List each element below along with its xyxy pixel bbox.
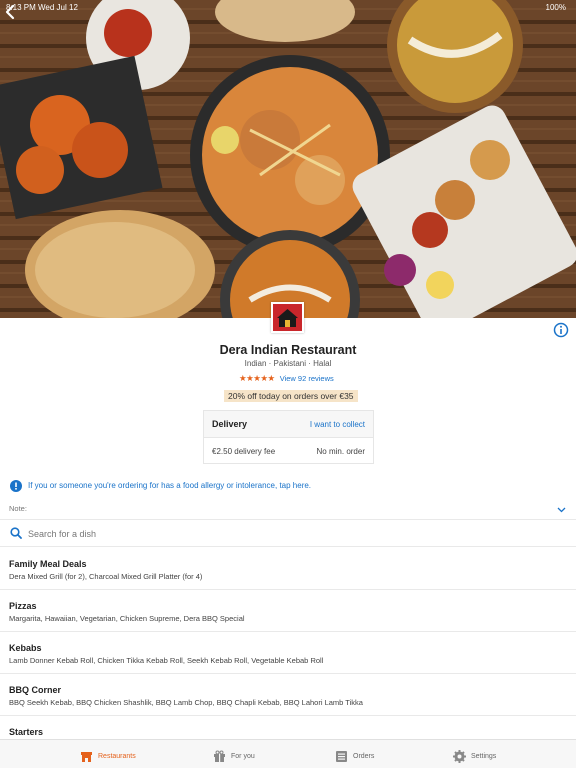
category-title: Starters <box>9 727 44 737</box>
food-photo <box>0 0 576 318</box>
tab-label: For you <box>231 752 255 760</box>
delivery-fee-row: €2.50 delivery fee No min. order <box>204 439 373 465</box>
category-title: BBQ Corner <box>9 685 62 695</box>
search-input[interactable] <box>28 525 528 543</box>
delivery-mode-label: Delivery <box>212 419 248 429</box>
tab-restaurants[interactable]: Restaurants <box>80 748 136 764</box>
alert-icon <box>10 480 22 492</box>
delivery-mode-row: Delivery I want to collect <box>204 411 373 438</box>
category-pizzas[interactable]: Pizzas Margarita, Hawaiian, Vegetarian, … <box>0 590 576 632</box>
chevron-down-icon[interactable] <box>557 505 566 514</box>
status-bar: 8:13 PM Wed Jul 12 100% <box>0 2 576 14</box>
delivery-options-card: Delivery I want to collect €2.50 deliver… <box>203 410 374 464</box>
tab-label: Orders <box>353 752 375 760</box>
star-rating-icon: ★★★★★ <box>239 373 275 383</box>
info-icon[interactable] <box>553 322 569 338</box>
tab-settings[interactable]: Settings <box>453 748 496 764</box>
delivery-fee: €2.50 delivery fee <box>212 447 276 456</box>
tab-for-you[interactable]: For you <box>213 748 255 764</box>
category-title: Kebabs <box>9 643 42 653</box>
search-icon <box>10 527 22 539</box>
category-items: BBQ Seekh Kebab, BBQ Chicken Shashlik, B… <box>9 698 363 707</box>
category-items: Lamb Donner Kebab Roll, Chicken Tikka Ke… <box>9 656 324 665</box>
gift-icon <box>214 750 225 762</box>
tab-label: Restaurants <box>98 752 136 760</box>
bottom-tab-bar: Restaurants For you Orders Settings <box>0 739 576 768</box>
allergy-text: If you or someone you're ordering for ha… <box>28 481 312 490</box>
restaurant-logo <box>271 302 304 333</box>
gear-icon <box>453 749 466 763</box>
restaurant-cuisines: Indian · Pakistani · Halal <box>244 359 332 368</box>
tab-orders[interactable]: Orders <box>335 748 374 764</box>
category-items: Dera Mixed Grill (for 2), Charcoal Mixed… <box>9 572 203 581</box>
back-chevron-icon[interactable] <box>0 0 22 24</box>
allergy-notice[interactable]: If you or someone you're ordering for ha… <box>10 480 570 494</box>
category-family-meal-deals[interactable]: Family Meal Deals Dera Mixed Grill (for … <box>0 548 576 590</box>
promo-badge: 20% off today on orders over €35 <box>224 390 358 402</box>
dish-search-bar <box>0 521 576 547</box>
view-reviews-link[interactable]: View 92 reviews <box>280 374 334 383</box>
category-title: Family Meal Deals <box>9 559 87 569</box>
rating-row: ★★★★★ View 92 reviews <box>239 373 334 384</box>
category-items: Margarita, Hawaiian, Vegetarian, Chicken… <box>9 614 245 623</box>
note-label: Note: <box>9 504 27 513</box>
status-battery: 100% <box>545 3 566 12</box>
min-order: No min. order <box>316 447 365 456</box>
restaurant-name: Dera Indian Restaurant <box>219 343 357 357</box>
note-row[interactable]: Note: <box>0 500 576 520</box>
restaurant-icon <box>81 751 92 762</box>
hero-food-image: 8:13 PM Wed Jul 12 100% <box>0 0 576 318</box>
tab-label: Settings <box>471 752 497 760</box>
orders-icon <box>336 750 347 762</box>
category-kebabs[interactable]: Kebabs Lamb Donner Kebab Roll, Chicken T… <box>0 632 576 674</box>
category-bbq-corner[interactable]: BBQ Corner BBQ Seekh Kebab, BBQ Chicken … <box>0 674 576 716</box>
collect-toggle-link[interactable]: I want to collect <box>310 420 365 429</box>
restaurant-logo-graphic <box>273 304 302 331</box>
category-title: Pizzas <box>9 601 37 611</box>
